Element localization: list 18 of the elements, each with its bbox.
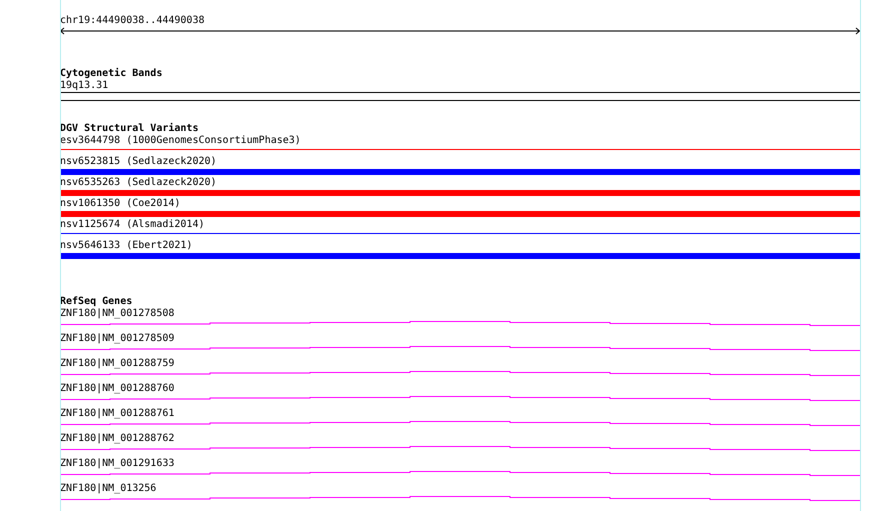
gene-label: ZNF180|NM_013256 — [60, 483, 156, 495]
gene-label: ZNF180|NM_001288760 — [60, 383, 174, 395]
variant-label: nsv6535263 (Sedlazeck2020) — [60, 177, 217, 189]
variant-label: nsv1125674 (Alsmadi2014) — [60, 219, 204, 231]
gene-label: ZNF180|NM_001288761 — [60, 408, 174, 420]
variant-label: nsv5646133 (Ebert2021) — [60, 240, 192, 252]
variant-label: nsv6523815 (Sedlazeck2020) — [60, 156, 217, 168]
variant-label: esv3644798 (1000GenomesConsortiumPhase3) — [60, 135, 301, 147]
gene-label: ZNF180|NM_001278508 — [60, 308, 174, 320]
gene-label: ZNF180|NM_001291633 — [60, 458, 174, 470]
variant-label: nsv1061350 (Coe2014) — [60, 198, 180, 210]
track-title: Cytogenetic Bands — [60, 68, 162, 80]
gene-label: ZNF180|NM_001288759 — [60, 358, 174, 370]
track-title: RefSeq Genes — [60, 296, 132, 308]
gene-label: ZNF180|NM_001288762 — [60, 433, 174, 445]
position-label: chr19:44490038..44490038 — [60, 15, 204, 27]
band-label: 19q13.31 — [60, 80, 108, 92]
gene-label: ZNF180|NM_001278509 — [60, 333, 174, 345]
